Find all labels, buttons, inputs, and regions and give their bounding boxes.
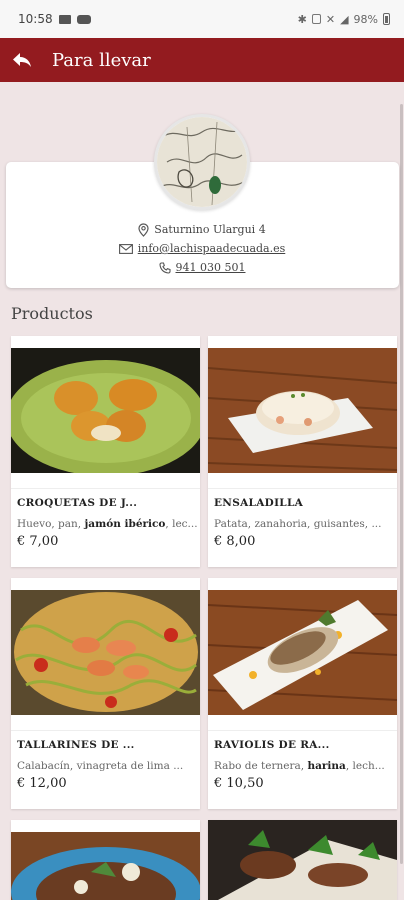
bluetooth-icon: ✱: [297, 12, 307, 26]
section-title-productos: Productos: [11, 304, 93, 323]
back-button[interactable]: [8, 46, 36, 74]
product-price: € 10,50: [214, 776, 264, 791]
store-address: Saturnino Ulargui 4: [154, 223, 266, 236]
battery-icon: [383, 13, 390, 25]
store-email-link[interactable]: info@lachispaadecuada.es: [138, 242, 286, 255]
product-name: CROQUETAS DE J...: [17, 497, 138, 509]
product-card-tallarines[interactable]: TALLARINES DE ... Calabacín, vinagreta d…: [11, 578, 200, 809]
page-title: Para llevar: [52, 49, 151, 71]
status-bar: 10:58 ✱ ✕ ◢ 98%: [0, 0, 404, 38]
store-phone-link[interactable]: 941 030 501: [176, 261, 246, 274]
battery-level: 98%: [353, 12, 378, 26]
product-price: € 8,00: [214, 534, 256, 549]
product-description: Calabacín, vinagreta de lima ...: [17, 760, 184, 772]
product-card-partial-1[interactable]: [11, 820, 200, 900]
location-pin-icon: [138, 222, 149, 237]
product-image-ensaladilla: [208, 348, 397, 473]
product-card-partial-2[interactable]: [208, 820, 397, 900]
product-description: Patata, zanahoria, guisantes, ...: [214, 518, 382, 530]
product-description: Huevo, pan, jamón ibérico, lec...: [17, 518, 197, 530]
envelope-icon: [118, 243, 133, 254]
product-name: ENSALADILLA: [214, 497, 304, 509]
product-image-raviolis: [208, 590, 397, 715]
mail-notification-icon: [58, 14, 71, 24]
product-price: € 12,00: [17, 776, 67, 791]
product-name: RAVIOLIS DE RA...: [214, 739, 330, 751]
product-card-raviolis[interactable]: RAVIOLIS DE RA... Rabo de ternera, harin…: [208, 578, 397, 809]
app-bar: Para llevar: [0, 38, 404, 82]
address-line: Saturnino Ulargui 4: [0, 220, 404, 239]
mute-icon: ✕: [325, 12, 336, 26]
product-image-tallarines: [11, 590, 200, 715]
product-image-croquetas: [11, 348, 200, 473]
back-arrow-icon: [13, 53, 31, 67]
product-image-partial-2: [208, 820, 397, 900]
phone-line: 941 030 501: [0, 258, 404, 277]
product-name: TALLARINES DE ...: [17, 739, 135, 751]
store-logo-avatar: [154, 114, 250, 210]
product-card-croquetas[interactable]: CROQUETAS DE J... Huevo, pan, jamón ibér…: [11, 336, 200, 567]
signal-icon: ◢: [340, 12, 349, 26]
product-description: Rabo de ternera, harina, lech...: [214, 760, 385, 772]
store-contact-info: Saturnino Ulargui 4 info@lachispaadecuad…: [0, 220, 404, 277]
youtube-notification-icon: [76, 14, 91, 24]
product-card-ensaladilla[interactable]: ENSALADILLA Patata, zanahoria, guisantes…: [208, 336, 397, 567]
phone-icon: [158, 261, 171, 274]
product-price: € 7,00: [17, 534, 59, 549]
status-time: 10:58: [18, 12, 53, 26]
nfc-icon: [311, 14, 321, 24]
email-line: info@lachispaadecuada.es: [0, 239, 404, 258]
scroll-indicator[interactable]: [400, 104, 403, 864]
product-image-partial-1: [11, 832, 200, 900]
